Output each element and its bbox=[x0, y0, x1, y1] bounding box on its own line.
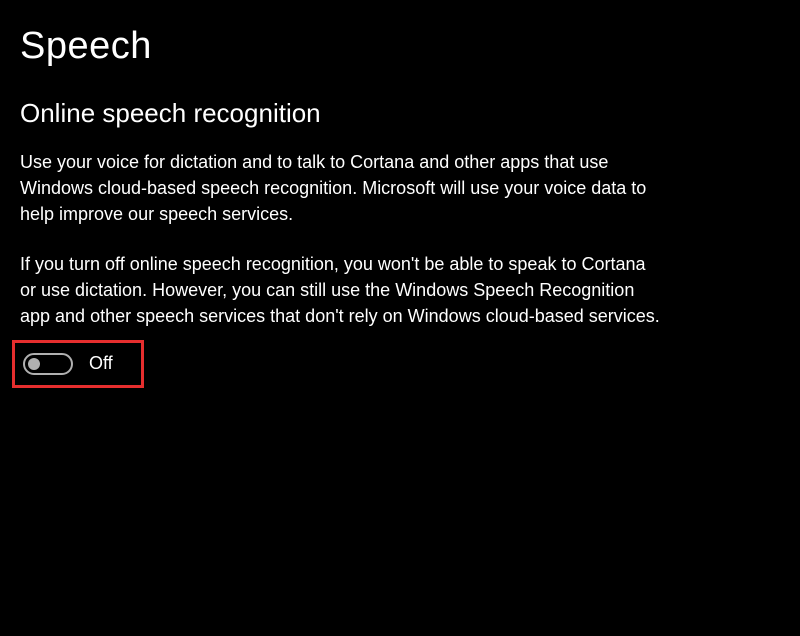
online-speech-toggle-group: Off bbox=[23, 353, 113, 375]
description-paragraph-2: If you turn off online speech recognitio… bbox=[20, 251, 660, 329]
toggle-state-label: Off bbox=[89, 353, 113, 374]
online-speech-toggle[interactable] bbox=[23, 353, 73, 375]
description-paragraph-1: Use your voice for dictation and to talk… bbox=[20, 149, 660, 227]
section-heading-online-speech: Online speech recognition bbox=[20, 98, 780, 129]
highlight-annotation: Off bbox=[12, 340, 144, 388]
page-title: Speech bbox=[20, 25, 780, 68]
toggle-knob-icon bbox=[28, 358, 40, 370]
